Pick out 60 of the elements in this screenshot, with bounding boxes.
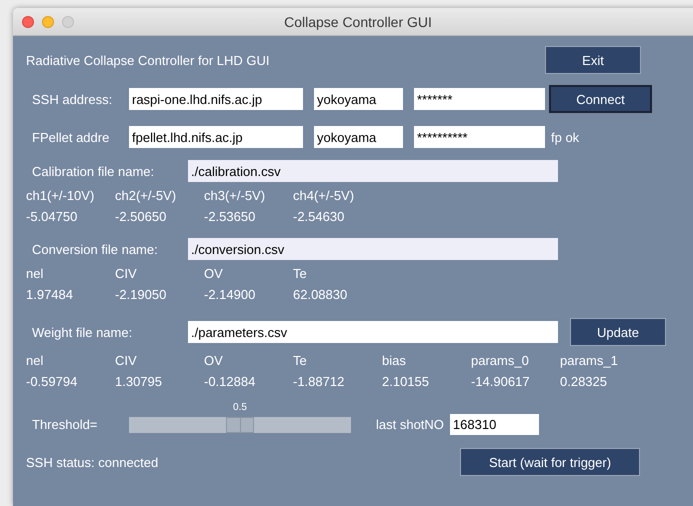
minimize-icon[interactable] <box>42 16 54 28</box>
column-label: ch1(+/-10V) <box>26 187 96 204</box>
value-text: -2.54630 <box>293 208 346 225</box>
column-label: nel <box>26 352 44 369</box>
value-text: 1.97484 <box>26 286 74 303</box>
column-label: OV <box>204 352 224 369</box>
value-text: -2.53650 <box>204 208 256 225</box>
column-label: CIV <box>115 352 138 369</box>
value-text: -14.90617 <box>471 373 531 390</box>
file-field[interactable]: ./conversion.csv <box>188 238 558 260</box>
field-label: FPellet addre <box>31 130 110 144</box>
column-label: CIV <box>115 265 138 282</box>
shot-number-field[interactable]: 168310 <box>450 414 539 435</box>
window-title: Collapse Controller GUI <box>284 14 432 30</box>
column-label: Te <box>293 352 308 369</box>
zoom-icon[interactable] <box>62 16 74 28</box>
connect-button[interactable]: Connect <box>549 85 652 113</box>
slider-thumb[interactable] <box>226 416 254 432</box>
value-text: -0.12884 <box>204 373 256 390</box>
value-text: -2.14900 <box>204 286 256 303</box>
column-label: Te <box>293 265 308 282</box>
value-text: -5.04750 <box>26 208 78 225</box>
value-text: -2.50650 <box>115 208 168 225</box>
column-label: ch4(+/-5V) <box>293 187 356 204</box>
value-text: 0.28325 <box>560 373 608 390</box>
status-text: SSH status: connected <box>26 454 160 470</box>
host-field[interactable]: raspi-one.lhd.nifs.ac.jp <box>129 88 303 110</box>
password-field[interactable]: ********** <box>414 126 545 148</box>
user-field[interactable]: yokoyama <box>314 88 403 110</box>
heading-text: Radiative Collapse Controller for LHD GUI <box>26 52 270 68</box>
field-label: last shotNO <box>376 417 444 432</box>
update-button[interactable]: Update <box>570 318 666 346</box>
column-label: params_0 <box>471 352 530 369</box>
value-text: 2.10155 <box>382 373 430 390</box>
value-text: 1.30795 <box>115 373 163 390</box>
column-label: ch2(+/-5V) <box>115 187 178 204</box>
close-icon[interactable] <box>22 16 34 28</box>
password-field[interactable]: ******* <box>414 88 545 110</box>
column-label: nel <box>26 265 44 282</box>
column-label: params_1 <box>560 352 619 369</box>
user-field[interactable]: yokoyama <box>314 126 403 148</box>
column-label: ch3(+/-5V) <box>204 187 266 204</box>
field-label: Conversion file name: <box>31 242 159 256</box>
field-label: Calibration file name: <box>31 164 156 178</box>
field-label: Threshold= <box>31 417 98 432</box>
file-field[interactable]: ./parameters.csv <box>188 321 558 343</box>
slider-reading: 0.5 <box>233 402 247 412</box>
column-label: bias <box>382 352 407 369</box>
value-text: -1.88712 <box>293 373 346 390</box>
value-text: -2.19050 <box>115 286 168 303</box>
host-field[interactable]: fpellet.lhd.nifs.ac.jp <box>129 126 303 148</box>
status-text: fp ok <box>551 130 580 144</box>
file-field[interactable]: ./calibration.csv <box>188 160 558 182</box>
column-label: OV <box>204 265 224 282</box>
value-text: -0.59794 <box>26 373 78 390</box>
start-button[interactable]: Start (wait for trigger) <box>460 448 640 476</box>
exit-button[interactable]: Exit <box>545 46 641 74</box>
value-text: 62.08830 <box>293 286 348 303</box>
field-label: Weight file name: <box>31 324 134 340</box>
field-label: SSH address: <box>31 92 114 106</box>
